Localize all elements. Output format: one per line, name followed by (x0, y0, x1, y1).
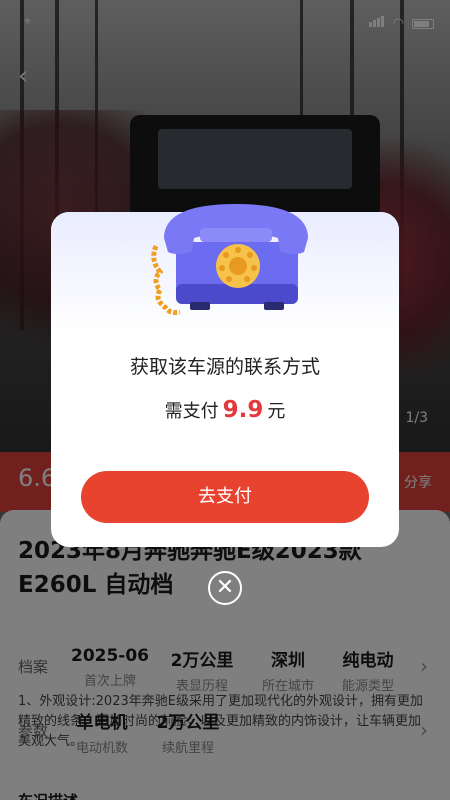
contact-payment-dialog: 获取该车源的联系方式 需支付 9.9 元 去支付 (51, 204, 399, 547)
pay-button[interactable]: 去支付 (81, 471, 369, 523)
close-icon[interactable]: ✕ (208, 571, 242, 605)
dialog-price-line: 需支付 9.9 元 (164, 397, 286, 423)
telephone-icon (146, 198, 316, 328)
dialog-title: 获取该车源的联系方式 (129, 356, 320, 378)
dialog-price-amount: 9.9 (222, 397, 264, 423)
